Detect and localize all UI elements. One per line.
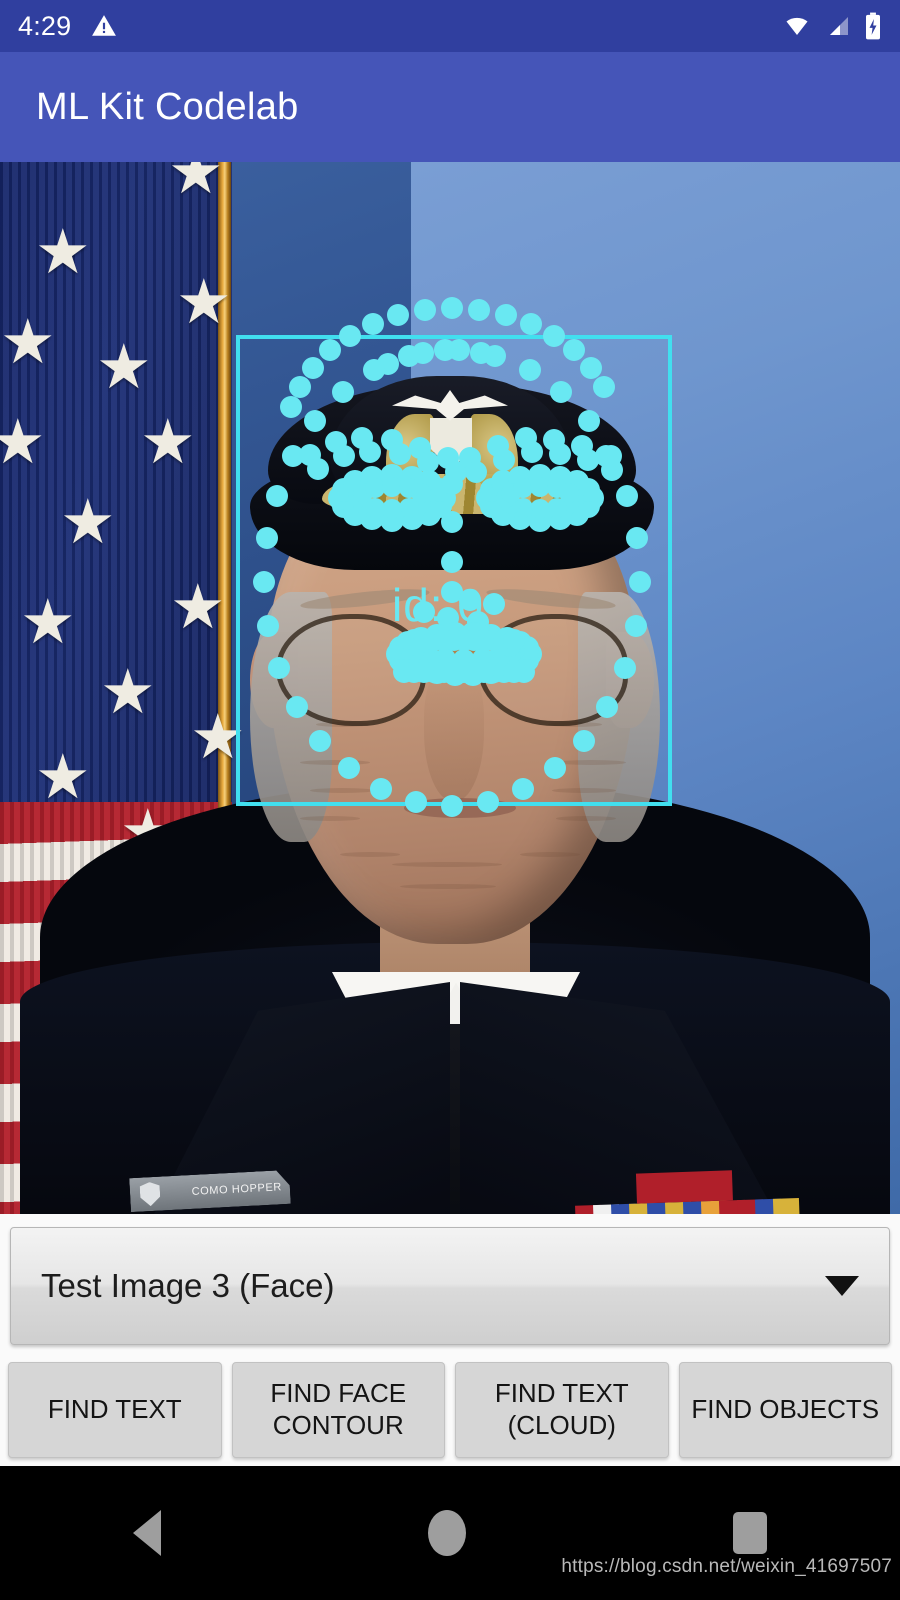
medal-ribbons [574,1168,800,1214]
wrinkle [552,788,616,793]
glasses-bridge [424,648,482,657]
medal-ribbon-top [635,1170,733,1204]
find-face-contour-button[interactable]: FIND FACE CONTOUR [231,1362,445,1458]
eyeglasses [276,614,628,734]
lens-right [478,614,628,726]
status-bar: 4:29 [0,0,900,52]
flag-star: ★ [35,218,91,287]
cap-gold-braid [322,474,578,514]
app-bar: ML Kit Codelab [0,52,900,162]
wrinkle [556,816,616,821]
wrinkle [392,862,502,867]
find-text-button[interactable]: FIND TEXT [8,1362,222,1458]
wrinkle [310,788,374,793]
flag-star: ★ [35,743,91,812]
warning-triangle-icon [92,15,117,36]
flag-star: ★ [96,333,152,402]
battery-charging-icon [866,12,880,40]
action-button-row: FIND TEXT FIND FACE CONTOUR FIND TEXT (C… [8,1362,892,1458]
wrinkle [400,884,496,889]
wrinkle [300,760,370,765]
flag-star: ★ [0,408,46,477]
square-recents-icon[interactable] [732,1512,767,1554]
android-nav-bar [0,1466,900,1600]
flag-star: ★ [60,488,116,557]
mouth [404,798,516,818]
flag-star: ★ [168,162,224,207]
flag-star: ★ [100,658,156,727]
app-root: 4:29 ML Kit Codelab ★ ★ ★ ★ ★ ★ ★ ★ ★ ★ … [0,0,900,1600]
wrinkle [520,852,580,857]
flag-star: ★ [20,588,76,657]
cell-signal-icon [830,17,848,35]
flag-star: ★ [170,573,226,642]
page-title: ML Kit Codelab [36,85,299,128]
medal-ribbon [772,1197,800,1214]
controls-panel: Test Image 3 (Face) FIND TEXT FIND FACE … [0,1214,900,1466]
image-selector-spinner[interactable]: Test Image 3 (Face) [10,1227,890,1345]
status-clock: 4:29 [18,10,72,41]
status-icons [782,12,882,40]
flag-star: ★ [176,268,232,337]
wrinkle [300,816,360,821]
crest-icon [139,1182,160,1207]
flag-star: ★ [0,308,56,377]
circle-home-icon[interactable] [427,1510,466,1556]
lens-left [276,614,426,726]
image-preview[interactable]: ★★★★★★★★★★★★★★ COMO HOPPER [0,162,900,1214]
watermark-text: https://blog.csdn.net/weixin_41697507 [561,1556,892,1577]
flag-star: ★ [140,408,196,477]
triangle-back-icon[interactable] [133,1510,162,1556]
wifi-icon [786,17,808,35]
preview-photo: ★★★★★★★★★★★★★★ COMO HOPPER [0,162,900,1214]
name-tag-text: COMO HOPPER [191,1181,283,1198]
flag-star: ★ [190,703,246,772]
find-objects-button[interactable]: FIND OBJECTS [678,1362,892,1458]
wrinkle [556,760,626,765]
find-text-cloud-button[interactable]: FIND TEXT (CLOUD) [455,1362,669,1458]
spinner-selected-value: Test Image 3 (Face) [41,1267,335,1304]
wrinkle [340,852,400,857]
chevron-down-icon [825,1276,859,1296]
